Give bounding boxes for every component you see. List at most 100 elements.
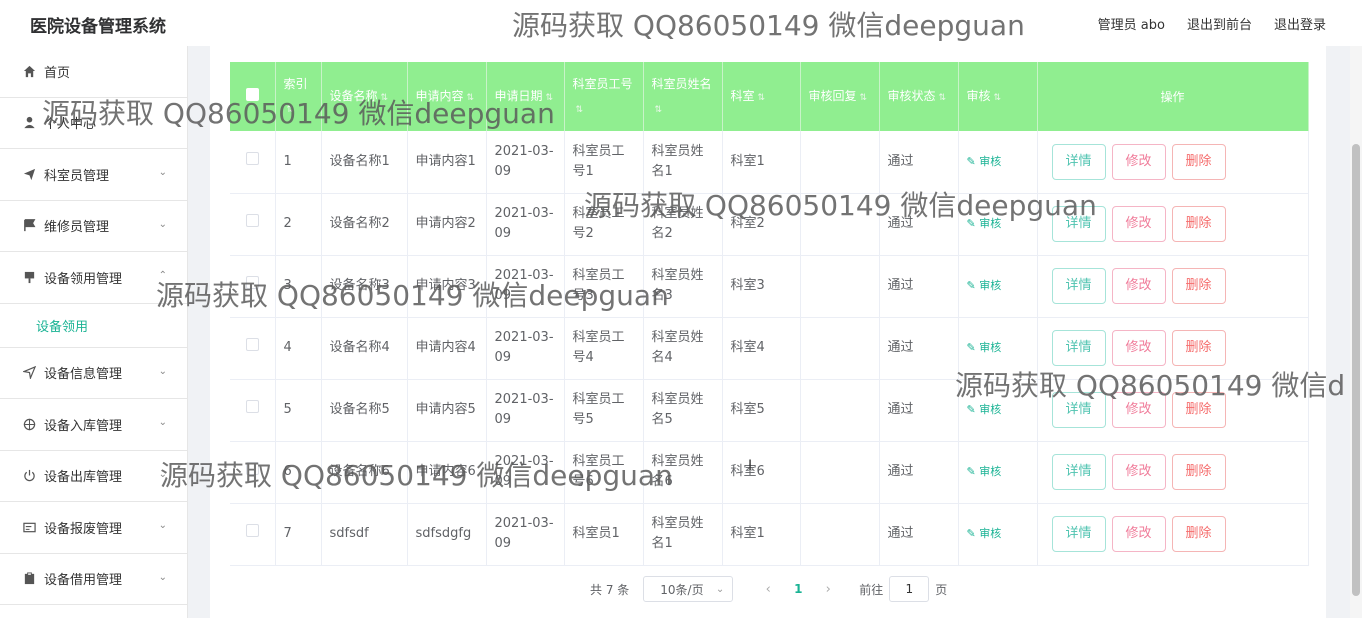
row-checkbox[interactable]	[245, 400, 259, 413]
sort-icon[interactable]: ⇅	[576, 105, 584, 115]
goto-page-input[interactable]: 1	[889, 576, 930, 602]
sidebar-item-stock-out[interactable]: 设备出库管理 ⌄	[0, 451, 187, 502]
current-page[interactable]: 1	[783, 582, 813, 596]
row-checkbox[interactable]	[245, 462, 259, 475]
table-header-row: 索引⇅ 设备名称 ⇅ 申请内容 ⇅ 申请日期 ⇅ 科室员工号⇅ 科室员姓名⇅ 科室 ⇅ …	[230, 62, 1309, 131]
delete-button[interactable]: 删除	[1171, 143, 1226, 180]
sort-icon[interactable]: ⇅	[381, 93, 389, 103]
sort-icon[interactable]: ⇅	[546, 93, 554, 103]
sort-icon[interactable]: ⇅	[287, 105, 295, 115]
target-icon	[22, 417, 36, 431]
table-cell: 设备名称3	[321, 255, 408, 317]
sort-icon[interactable]: ⇅	[467, 93, 475, 103]
sidebar-subitem-device-use[interactable]: 设备领用	[0, 303, 187, 348]
sidebar-item-staff[interactable]: 科室员管理 ⌄	[0, 149, 187, 201]
sort-icon[interactable]: ⇅	[939, 93, 947, 103]
logout-link[interactable]: 退出登录	[1274, 14, 1326, 33]
table-cell: 科室员工号4	[564, 317, 644, 379]
detail-button[interactable]: 详情	[1051, 268, 1106, 304]
col-header[interactable]: 申请内容 ⇅	[407, 62, 487, 131]
table-row: 4 设备名称4 申请内容4 2021-03-09 科室员工号4 科室员姓名4 科室4 通过 ✎ …	[230, 317, 1309, 379]
detail-button[interactable]: 详情	[1051, 392, 1106, 428]
sidebar-item-device-use[interactable]: 设备领用管理 ⌃	[0, 252, 187, 304]
chevron-down-icon: ⌄	[158, 417, 167, 428]
next-page-button[interactable]: ›	[813, 582, 843, 597]
clipboard-icon	[22, 572, 36, 586]
row-checkbox-cell[interactable]	[230, 193, 276, 255]
delete-button[interactable]: 删除	[1171, 392, 1226, 428]
detail-button[interactable]: 详情	[1051, 206, 1106, 242]
edit-button[interactable]: 修改	[1111, 392, 1166, 428]
audit-link[interactable]: ✎ 审核	[967, 279, 1002, 292]
back-to-front-link[interactable]: 退出到前台	[1187, 14, 1252, 33]
row-checkbox-cell[interactable]	[230, 441, 276, 503]
row-checkbox-cell[interactable]	[230, 503, 276, 565]
col-header[interactable]: 科室 ⇅	[722, 62, 801, 131]
prev-page-button[interactable]: ‹	[753, 582, 783, 597]
delete-button[interactable]: 删除	[1171, 268, 1226, 304]
table-cell: 科室员工号3	[564, 255, 644, 317]
col-header[interactable]: 审核状态 ⇅	[879, 62, 959, 131]
col-header[interactable]: 审核回复 ⇅	[800, 62, 880, 131]
edit-button[interactable]: 修改	[1111, 454, 1166, 490]
row-checkbox-cell[interactable]	[230, 379, 276, 441]
select-all-checkbox[interactable]	[245, 87, 259, 101]
edit-button[interactable]: 修改	[1111, 143, 1166, 180]
row-checkbox[interactable]	[245, 214, 259, 227]
edit-button[interactable]: 修改	[1111, 268, 1166, 304]
table-cell: 2021-03-09	[486, 255, 565, 317]
edit-button[interactable]: 修改	[1111, 330, 1166, 366]
sort-icon[interactable]: ⇅	[994, 93, 1002, 103]
row-checkbox-cell[interactable]	[230, 131, 276, 193]
row-checkbox-cell[interactable]	[230, 255, 276, 317]
row-checkbox[interactable]	[245, 276, 259, 289]
edit-button[interactable]: 修改	[1111, 516, 1166, 552]
delete-button[interactable]: 删除	[1171, 454, 1226, 490]
audit-link[interactable]: ✎ 审核	[967, 341, 1002, 354]
detail-button[interactable]: 详情	[1051, 454, 1106, 490]
col-header[interactable]: 科室员姓名⇅	[643, 62, 723, 131]
sidebar-item-home[interactable]: 首页	[0, 46, 187, 98]
sort-icon[interactable]: ⇅	[758, 93, 766, 103]
delete-button[interactable]: 删除	[1171, 516, 1226, 552]
table-cell	[800, 193, 880, 255]
sort-icon[interactable]: ⇅	[860, 93, 868, 103]
detail-button[interactable]: 详情	[1051, 143, 1106, 180]
sidebar-item-device-info[interactable]: 设备信息管理 ⌄	[0, 348, 187, 399]
col-header[interactable]: 科室员工号⇅	[564, 62, 644, 131]
delete-button[interactable]: 删除	[1171, 206, 1226, 242]
detail-button[interactable]: 详情	[1051, 330, 1106, 366]
row-checkbox[interactable]	[245, 151, 259, 165]
table-cell: 6	[275, 441, 322, 503]
flag-icon	[22, 219, 36, 233]
page-size-select[interactable]: 10条/页 ⌄	[643, 576, 734, 602]
detail-button[interactable]: 详情	[1051, 516, 1106, 552]
audit-link[interactable]: ✎ 审核	[967, 465, 1002, 478]
table-cell: 2	[275, 193, 322, 255]
sidebar-item-stock-in[interactable]: 设备入库管理 ⌄	[0, 399, 187, 451]
audit-link[interactable]: ✎ 审核	[967, 527, 1002, 540]
audit-link[interactable]: ✎ 审核	[967, 403, 1002, 416]
col-header[interactable]: 设备名称 ⇅	[321, 62, 408, 131]
sidebar-item-profile[interactable]: 个人中心	[0, 98, 187, 149]
row-checkbox-cell[interactable]	[230, 317, 276, 379]
row-checkbox[interactable]	[245, 524, 259, 537]
admin-user-label[interactable]: 管理员 abo	[1098, 14, 1165, 33]
page-scrollbar[interactable]	[1350, 46, 1362, 618]
sort-icon[interactable]: ⇅	[655, 105, 663, 115]
row-checkbox[interactable]	[245, 338, 259, 351]
col-header[interactable]: 申请日期 ⇅	[486, 62, 565, 131]
audit-link[interactable]: ✎ 审核	[967, 217, 1002, 230]
col-header[interactable]: 审核 ⇅	[958, 62, 1038, 131]
delete-button[interactable]: 删除	[1171, 330, 1226, 366]
actions-cell: 详情 修改 删除	[1037, 131, 1309, 193]
sidebar-item-borrow[interactable]: 设备借用管理 ⌄	[0, 554, 187, 605]
select-all-cell[interactable]	[230, 62, 276, 131]
audit-link[interactable]: ✎ 审核	[967, 155, 1002, 168]
sidebar-item-scrap[interactable]: 设备报废管理 ⌄	[0, 502, 187, 554]
edit-button[interactable]: 修改	[1111, 206, 1166, 242]
scrollbar-thumb[interactable]	[1352, 144, 1360, 596]
sidebar-item-repair[interactable]: 维修员管理 ⌄	[0, 201, 187, 252]
table-cell: 2021-03-09	[486, 379, 565, 441]
col-header[interactable]: 索引⇅	[275, 62, 322, 131]
